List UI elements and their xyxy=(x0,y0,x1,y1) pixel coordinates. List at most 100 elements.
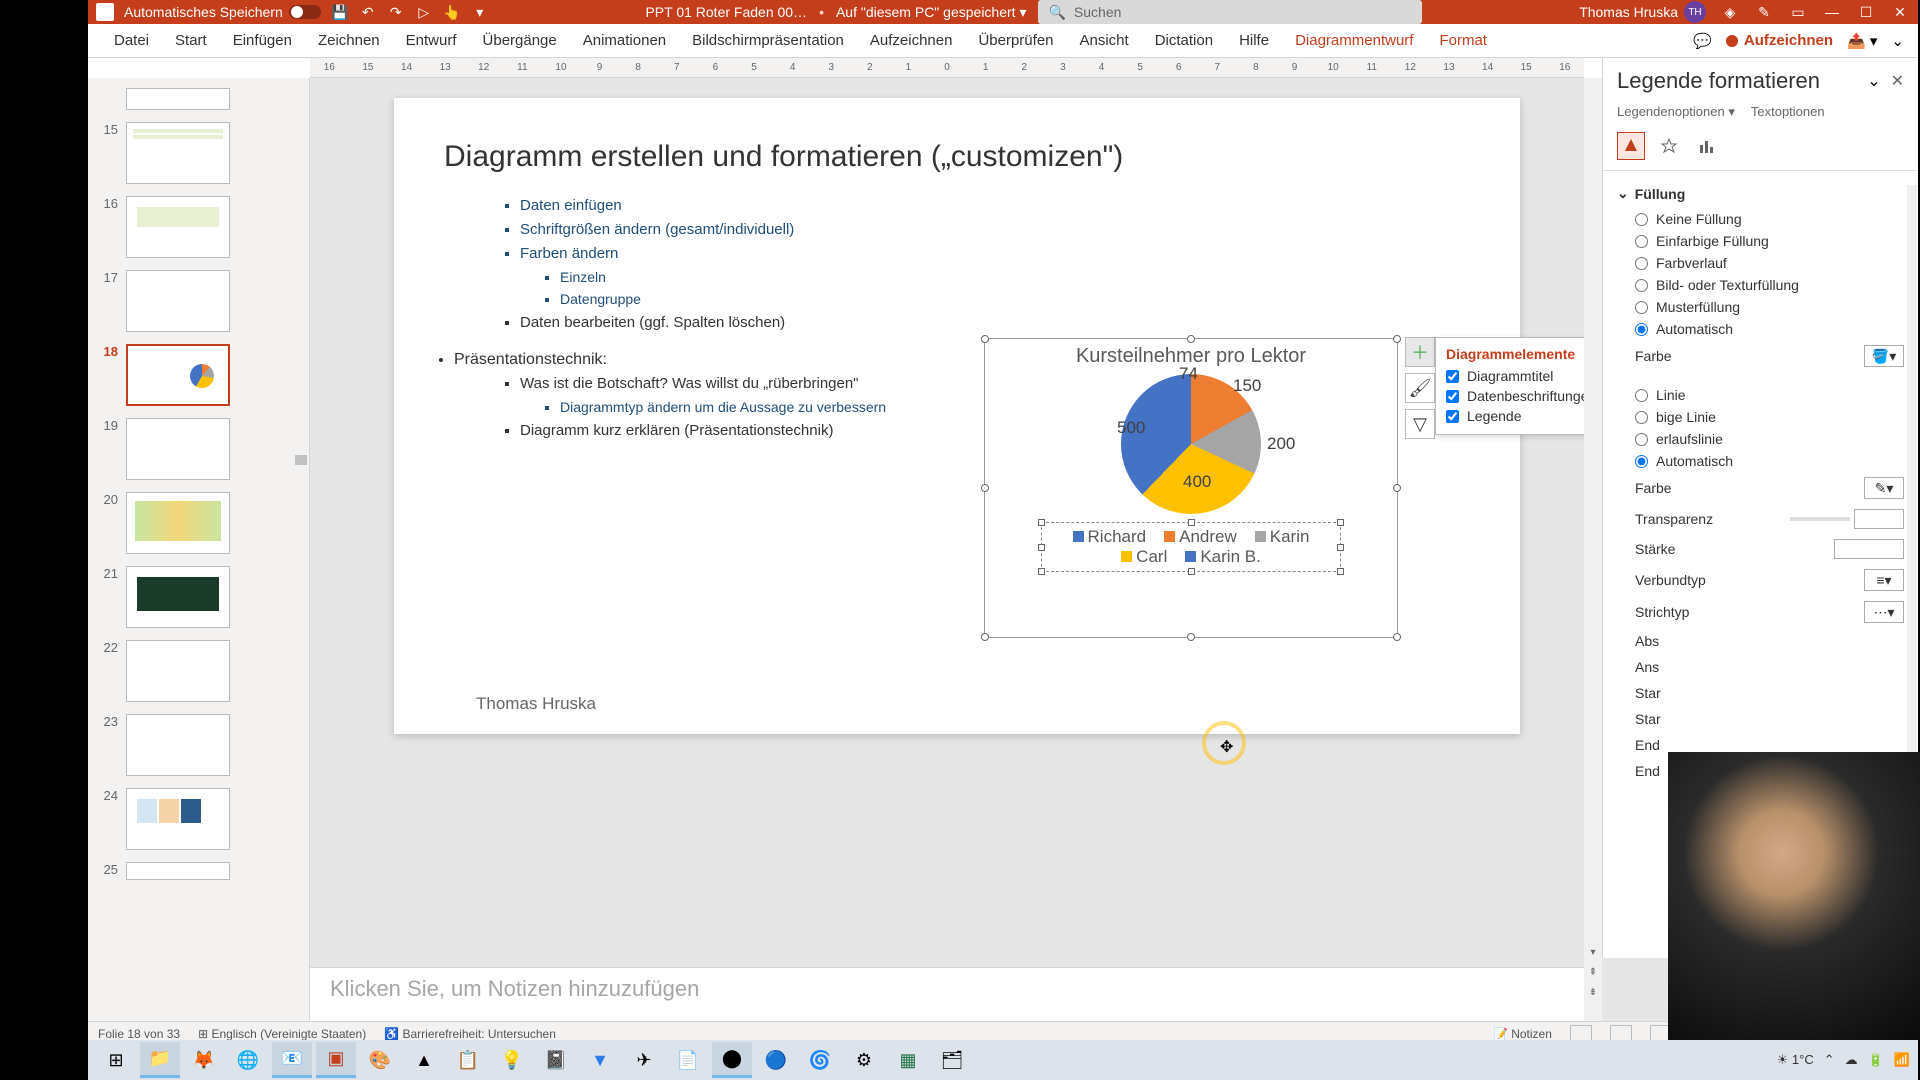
redo-icon[interactable]: ↷ xyxy=(387,3,405,21)
accessibility-status[interactable]: ♿ Barrierefreiheit: Untersuchen xyxy=(384,1027,556,1041)
thumb-19[interactable]: 19 xyxy=(88,412,309,486)
window-icon[interactable]: ▭ xyxy=(1788,2,1808,22)
notes-button[interactable]: 📝 Notizen xyxy=(1493,1027,1552,1041)
record-button[interactable]: Aufzeichnen xyxy=(1726,32,1833,49)
powerpoint-taskbar-icon[interactable]: ▣ xyxy=(316,1042,356,1078)
tab-dictation[interactable]: Dictation xyxy=(1143,26,1225,55)
qat-dropdown-icon[interactable]: ▾ xyxy=(471,3,489,21)
radio-gradient-fill[interactable]: Farbverlauf xyxy=(1617,252,1904,274)
file-name[interactable]: PPT 01 Roter Faden 00… xyxy=(645,4,807,20)
share-icon[interactable]: 📤 ▾ xyxy=(1847,32,1877,50)
radio-solid-line[interactable]: bige Linie xyxy=(1617,406,1904,428)
chart-elements-button[interactable]: ＋ xyxy=(1405,337,1435,367)
file-explorer-icon[interactable]: 📁 xyxy=(140,1042,180,1078)
effects-tab-icon[interactable] xyxy=(1655,132,1683,160)
thumb-18[interactable]: 18 xyxy=(88,338,309,412)
radio-solid-fill[interactable]: Einfarbige Füllung xyxy=(1617,230,1904,252)
search-input[interactable]: 🔍 Suchen xyxy=(1038,0,1422,24)
vlc-icon[interactable]: ▲ xyxy=(404,1042,444,1078)
tab-datei[interactable]: Datei xyxy=(102,26,161,55)
premium-icon[interactable]: ◈ xyxy=(1720,2,1740,22)
tab-start[interactable]: Start xyxy=(163,26,219,55)
thumb-14[interactable] xyxy=(88,82,309,116)
slide-title[interactable]: Diagramm erstellen und formatieren („cus… xyxy=(444,140,1470,174)
data-label-400[interactable]: 400 xyxy=(1183,472,1211,492)
section-fill[interactable]: ⌄ Füllung xyxy=(1617,179,1904,208)
start-from-beginning-icon[interactable]: ▷ xyxy=(415,3,433,21)
slide-counter[interactable]: Folie 18 von 33 xyxy=(98,1027,180,1041)
app-icon-2[interactable]: 📋 xyxy=(448,1042,488,1078)
chart-legend[interactable]: Richard Andrew Karin Carl Karin B. ✥ xyxy=(1041,522,1341,572)
radio-pattern-fill[interactable]: Musterfüllung xyxy=(1617,296,1904,318)
language-status[interactable]: ⊞ Englisch (Vereinigte Staaten) xyxy=(198,1027,366,1041)
telegram-icon[interactable]: ✈ xyxy=(624,1042,664,1078)
thumb-21[interactable]: 21 xyxy=(88,560,309,634)
thumb-16[interactable]: 16 xyxy=(88,190,309,264)
thumb-22[interactable]: 22 xyxy=(88,634,309,708)
tab-legend-options[interactable]: Legendenoptionen ▾ xyxy=(1617,104,1735,120)
thumb-23[interactable]: 23 xyxy=(88,708,309,782)
pen-icon[interactable]: ✎ xyxy=(1754,2,1774,22)
join-row[interactable]: Ans xyxy=(1617,654,1904,680)
tab-uebergaenge[interactable]: Übergänge xyxy=(471,26,569,55)
radio-auto-line[interactable]: Automatisch xyxy=(1617,450,1904,472)
thumb-15[interactable]: 15 xyxy=(88,116,309,190)
comments-icon[interactable]: 💬 xyxy=(1693,32,1712,50)
thumb-20[interactable]: 20 xyxy=(88,486,309,560)
chrome-icon[interactable]: 🌐 xyxy=(228,1042,268,1078)
tab-ueberpruefen[interactable]: Überprüfen xyxy=(966,26,1065,55)
obs-icon[interactable]: ⬤ xyxy=(712,1042,752,1078)
app-icon-1[interactable]: 🎨 xyxy=(360,1042,400,1078)
pane-close-button[interactable]: ✕ xyxy=(1891,71,1904,91)
thumb-scrollbar[interactable] xyxy=(291,78,309,1021)
thumb-24[interactable]: 24 xyxy=(88,782,309,856)
radio-auto-fill[interactable]: Automatisch xyxy=(1617,318,1904,340)
app-icon-4[interactable]: ▼ xyxy=(580,1042,620,1078)
tab-zeichnen[interactable]: Zeichnen xyxy=(306,26,392,55)
minimize-button[interactable]: — xyxy=(1822,2,1842,22)
chart-object[interactable]: Kursteilnehmer pro Lektor 74 150 200 400… xyxy=(984,338,1398,638)
tab-animationen[interactable]: Animationen xyxy=(571,26,678,55)
weather-widget[interactable]: ☀ 1°C xyxy=(1777,1052,1814,1068)
tab-format[interactable]: Format xyxy=(1427,26,1499,55)
begin-size-row[interactable]: Star xyxy=(1617,706,1904,732)
tab-hilfe[interactable]: Hilfe xyxy=(1227,26,1281,55)
data-label-200[interactable]: 200 xyxy=(1267,434,1295,454)
fill-color-row[interactable]: Farbe🪣▾ xyxy=(1617,340,1904,372)
fill-line-tab-icon[interactable] xyxy=(1617,132,1645,160)
thumb-25[interactable]: 25 xyxy=(88,856,309,886)
radio-gradient-line[interactable]: erlaufslinie xyxy=(1617,428,1904,450)
pane-dropdown-icon[interactable]: ⌄ xyxy=(1867,71,1880,91)
tray-onedrive-icon[interactable]: ☁ xyxy=(1845,1052,1858,1068)
begin-arrow-row[interactable]: Star xyxy=(1617,680,1904,706)
line-color-row[interactable]: Farbe✎▾ xyxy=(1617,472,1904,504)
legend-options-tab-icon[interactable] xyxy=(1693,132,1721,160)
app-icon-6[interactable]: 🔵 xyxy=(756,1042,796,1078)
start-button[interactable]: ⊞ xyxy=(96,1042,136,1078)
notes-pane[interactable]: Klicken Sie, um Notizen hinzuzufügen xyxy=(310,967,1584,1021)
tab-einfuegen[interactable]: Einfügen xyxy=(221,26,304,55)
slide-thumbnail-panel[interactable]: 15 16 17 18 19 20 21 22 23 24 25 xyxy=(88,78,310,1021)
tab-entwurf[interactable]: Entwurf xyxy=(394,26,469,55)
tab-diagrammentwurf[interactable]: Diagrammentwurf xyxy=(1283,26,1425,55)
excel-icon[interactable]: ▦ xyxy=(888,1042,928,1078)
settings-icon[interactable]: ⚙ xyxy=(844,1042,884,1078)
cap-row[interactable]: Abs xyxy=(1617,628,1904,654)
radio-picture-fill[interactable]: Bild- oder Texturfüllung xyxy=(1617,274,1904,296)
touch-mode-icon[interactable]: 👆 xyxy=(443,3,461,21)
slide-vertical-scrollbar[interactable]: ▾ ⇞ ⇟ xyxy=(1584,78,1602,1021)
app-icon-8[interactable]: 🗂 xyxy=(932,1042,972,1078)
compound-row[interactable]: Verbundtyp≡▾ xyxy=(1617,564,1904,596)
chart-filter-button[interactable]: ▽ xyxy=(1405,409,1435,439)
radio-no-line[interactable]: Linie xyxy=(1617,384,1904,406)
radio-no-fill[interactable]: Keine Füllung xyxy=(1617,208,1904,230)
saved-status[interactable]: Auf "diesem PC" gespeichert ▾ xyxy=(836,4,1027,21)
app-icon-5[interactable]: 📄 xyxy=(668,1042,708,1078)
thumb-17[interactable]: 17 xyxy=(88,264,309,338)
tab-bildschirmpraesentation[interactable]: Bildschirmpräsentation xyxy=(680,26,856,55)
maximize-button[interactable]: ☐ xyxy=(1856,2,1876,22)
transparency-row[interactable]: Transparenz xyxy=(1617,504,1904,534)
chart-styles-button[interactable]: 🖌 xyxy=(1405,373,1435,403)
outlook-icon[interactable]: 📧 xyxy=(272,1042,312,1078)
onenote-icon[interactable]: 📓 xyxy=(536,1042,576,1078)
